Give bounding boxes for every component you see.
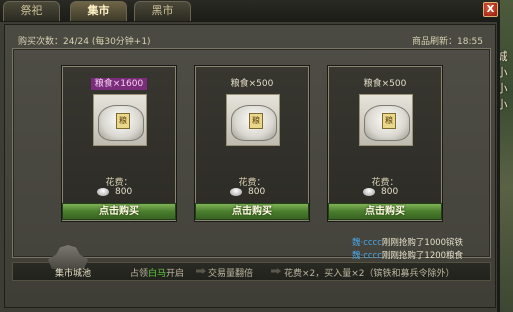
grain-bag-icon: 粮 [98,105,144,141]
grain-bag-label: 粮 [249,113,263,129]
goods-title: 粮食×1600 [63,76,175,90]
tab-black-market[interactable]: 黑市 [134,1,191,21]
log-player-name[interactable]: 魏·cccc [352,251,382,261]
buy-count-label: 购买次数： [18,37,64,47]
close-button[interactable]: X [483,2,498,17]
cost-value: 800 [381,187,399,197]
grain-bag-slot[interactable]: 粮 [93,94,147,146]
market-window: 祭祀 集市 黑市 X 购买次数：24/24 (每30分钟+1) 商品刷新：18:… [0,0,500,312]
buy-count-value: 24/24 [63,37,89,47]
grain-bag-icon: 粮 [364,105,410,141]
tab-bar: 祭祀 集市 黑市 X [0,0,500,22]
bonus-step-volume: 交易量翻倍 [208,269,254,279]
goods-title: 粮食×500 [363,79,407,89]
goods-title: 粮食×500 [230,79,274,89]
grain-bag-slot[interactable]: 粮 [359,94,413,146]
silver-icon [97,188,109,196]
goods-card: 粮食×1600 粮 花费： 800 点击购买 [62,66,176,221]
goods-card: 粮食×500 粮 花费： 800 点击购买 [328,66,442,221]
refresh-label: 商品刷新： [412,37,458,47]
buy-button[interactable]: 点击购买 [195,203,309,220]
bonus-step-occupy: 占领白马开启 [130,269,185,279]
market-city-label: 集市城池 [55,269,92,279]
silver-icon [363,188,375,196]
goods-card: 粮食×500 粮 花费： 800 点击购买 [195,66,309,221]
buy-button[interactable]: 点击购买 [62,203,176,220]
refresh-timer: 商品刷新：18:55 [412,34,483,47]
refresh-time: 18:55 [457,37,483,47]
grain-bag-label: 粮 [116,113,130,129]
grain-bag-label: 粮 [382,113,396,129]
log-text: 刚刚抢购了1000镔铁 [381,238,464,248]
tab-sacrifice[interactable]: 祭祀 [3,1,60,21]
tab-market[interactable]: 集市 [70,1,127,21]
purchase-log-entry: 魏·cccc刚刚抢购了1000镔铁 [352,236,463,248]
purchase-log-entry: 魏·cccc刚刚抢购了1200粮食 [352,249,463,261]
buy-button[interactable]: 点击购买 [328,203,442,220]
buy-count-note: (每30分钟+1) [91,37,151,47]
log-player-name[interactable]: 魏·cccc [352,238,382,248]
buy-count: 购买次数：24/24 (每30分钟+1) [18,34,151,47]
grain-bag-slot[interactable]: 粮 [226,94,280,146]
city-link[interactable]: 白马 [148,269,166,279]
bonus-step-cost: 花费×2，买入量×2（镔铁和募兵令除外） [284,269,455,279]
grain-bag-icon: 粮 [231,105,277,141]
cost-value: 800 [248,187,266,197]
silver-icon [230,188,242,196]
cost-value: 800 [115,187,133,197]
log-text: 刚刚抢购了1200粮食 [381,251,464,261]
